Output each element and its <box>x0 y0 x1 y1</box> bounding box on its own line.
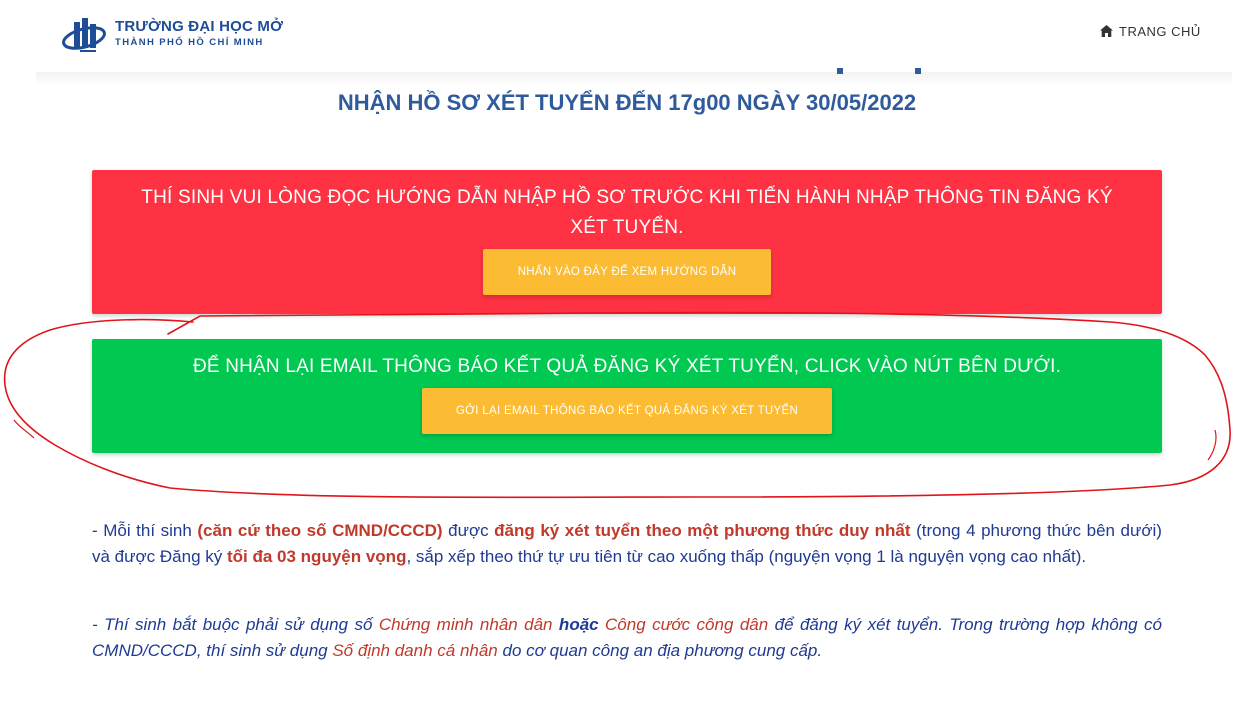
top-navbar: TRƯỜNG ĐẠI HỌC MỞ THÀNH PHỐ HỒ CHÍ MINH … <box>0 0 1234 72</box>
cut-off-heading <box>815 68 925 76</box>
deadline-title: NHẬN HỒ SƠ XÉT TUYỂN ĐẾN 17g00 NGÀY 30/0… <box>337 90 917 115</box>
nav-home-label: TRANG CHỦ <box>1119 23 1201 39</box>
resend-email-button[interactable]: GỞI LẠI EMAIL THÔNG BÁO KẾT QUẢ ĐĂNG KÝ … <box>422 388 832 434</box>
guide-alert-box: THÍ SINH VUI LÒNG ĐỌC HƯỚNG DẪN NHẬP HỒ … <box>92 170 1162 314</box>
note-two-paragraph: - Thí sinh bắt buộc phải sử dụng số Chứn… <box>92 615 1163 660</box>
content-card-top <box>36 72 1232 86</box>
home-icon <box>1100 25 1113 37</box>
note-one-paragraph: - Mỗi thí sinh (căn cứ theo số CMND/CCCD… <box>92 521 1162 566</box>
view-guide-button[interactable]: NHẤN VÀO ĐÂY ĐỂ XEM HƯỚNG DẪN <box>483 249 771 295</box>
resend-email-message: ĐỂ NHẬN LẠI EMAIL THÔNG BÁO KẾT QUẢ ĐĂNG… <box>192 356 1062 377</box>
guide-alert-message: THÍ SINH VUI LÒNG ĐỌC HƯỚNG DẪN NHẬP HỒ … <box>141 187 1113 238</box>
logo-city-name: THÀNH PHỐ HỒ CHÍ MINH <box>115 37 264 48</box>
nav-home-link[interactable]: TRANG CHỦ <box>1100 22 1201 40</box>
logo-university-name: TRƯỜNG ĐẠI HỌC MỞ <box>115 18 284 35</box>
resend-email-box: ĐỂ NHẬN LẠI EMAIL THÔNG BÁO KẾT QUẢ ĐĂNG… <box>92 339 1162 453</box>
logo-emblem-icon <box>62 18 106 52</box>
